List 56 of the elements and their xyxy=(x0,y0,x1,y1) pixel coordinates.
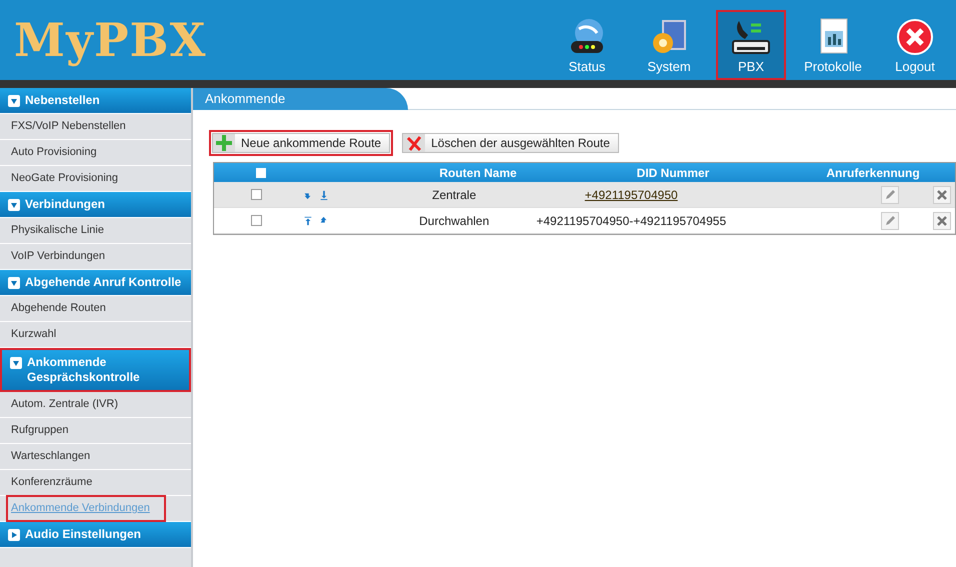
did-number[interactable]: +4921195704950 xyxy=(584,188,678,202)
close-icon xyxy=(936,214,948,226)
route-name: Zentrale xyxy=(432,188,476,202)
sidebar-section[interactable]: Verbindungen xyxy=(0,192,191,218)
nav-button[interactable]: Protokolle xyxy=(798,10,868,80)
delete-button[interactable] xyxy=(933,186,952,204)
sidebar-item[interactable]: VoIP Verbindungen xyxy=(6,243,110,270)
close-icon xyxy=(895,16,935,56)
column-header: Anruferkennung xyxy=(825,164,921,182)
sidebar-item[interactable]: FXS/VoIP Nebenstellen xyxy=(6,113,131,140)
sidebar-item[interactable]: Autom. Zentrale (IVR) xyxy=(6,391,123,418)
sidebar-item[interactable]: Kurzwahl xyxy=(6,321,62,348)
move-bottom-icon[interactable] xyxy=(319,188,330,200)
nav-button[interactable]: PBX xyxy=(716,10,786,80)
plus-icon xyxy=(214,133,234,153)
sidebar-section[interactable]: Nebenstellen xyxy=(0,88,191,114)
edit-button[interactable] xyxy=(881,212,900,230)
caret-right-icon xyxy=(8,529,20,541)
section-title: Nebenstellen xyxy=(25,93,100,108)
sidebar-item[interactable]: NeoGate Provisioning xyxy=(6,165,124,192)
close-icon xyxy=(936,188,948,200)
delete-button[interactable] xyxy=(933,212,952,230)
section-title: Abgehende Anruf Kontrolle xyxy=(25,275,182,290)
nav-button[interactable]: Status xyxy=(552,10,622,80)
add-route-button[interactable]: Neue ankommende Route xyxy=(212,133,390,153)
did-number: +4921195704950-+4921195704955 xyxy=(536,214,726,228)
sidebar-item[interactable]: Auto Provisioning xyxy=(6,139,102,166)
sidebar-item[interactable]: Physikalische Linie xyxy=(6,217,109,244)
move-top-icon[interactable] xyxy=(303,214,314,226)
sidebar-item[interactable]: Konferenzräume xyxy=(6,469,98,496)
section-title: Audio Einstellungen xyxy=(25,527,141,542)
caret-down-icon xyxy=(8,199,20,211)
edit-button[interactable] xyxy=(881,186,900,204)
sidebar-item[interactable]: Warteschlangen xyxy=(6,443,96,470)
sidebar-item[interactable]: Rufgruppen xyxy=(6,417,74,444)
sidebar-section[interactable]: Ankommende Gesprächskontrolle xyxy=(0,348,191,392)
row-checkbox[interactable] xyxy=(251,215,262,226)
pencil-icon xyxy=(884,214,896,226)
select-all-checkbox[interactable] xyxy=(256,168,266,178)
column-header: Routen Name xyxy=(438,164,518,182)
caret-down-icon xyxy=(8,95,20,107)
section-title: Verbindungen xyxy=(25,197,106,212)
row-checkbox[interactable] xyxy=(251,189,262,200)
nav-button[interactable]: Logout xyxy=(880,10,950,80)
caret-down-icon xyxy=(8,277,20,289)
logo: MyPBX xyxy=(14,12,207,68)
sidebar-item[interactable]: Abgehende Routen xyxy=(6,295,111,322)
sidebar-section[interactable]: Abgehende Anruf Kontrolle xyxy=(0,270,191,296)
nav-button[interactable]: System xyxy=(634,10,704,80)
route-name: Durchwahlen xyxy=(419,214,490,228)
delete-route-button[interactable]: Löschen der ausgewählten Route xyxy=(402,133,619,153)
sidebar-section[interactable]: Audio Einstellungen xyxy=(0,522,191,548)
column-header: DID Nummer xyxy=(636,164,710,182)
section-title: Ankommende Gesprächskontrolle xyxy=(27,355,141,385)
caret-down-icon xyxy=(10,357,22,369)
pencil-icon xyxy=(884,188,896,200)
